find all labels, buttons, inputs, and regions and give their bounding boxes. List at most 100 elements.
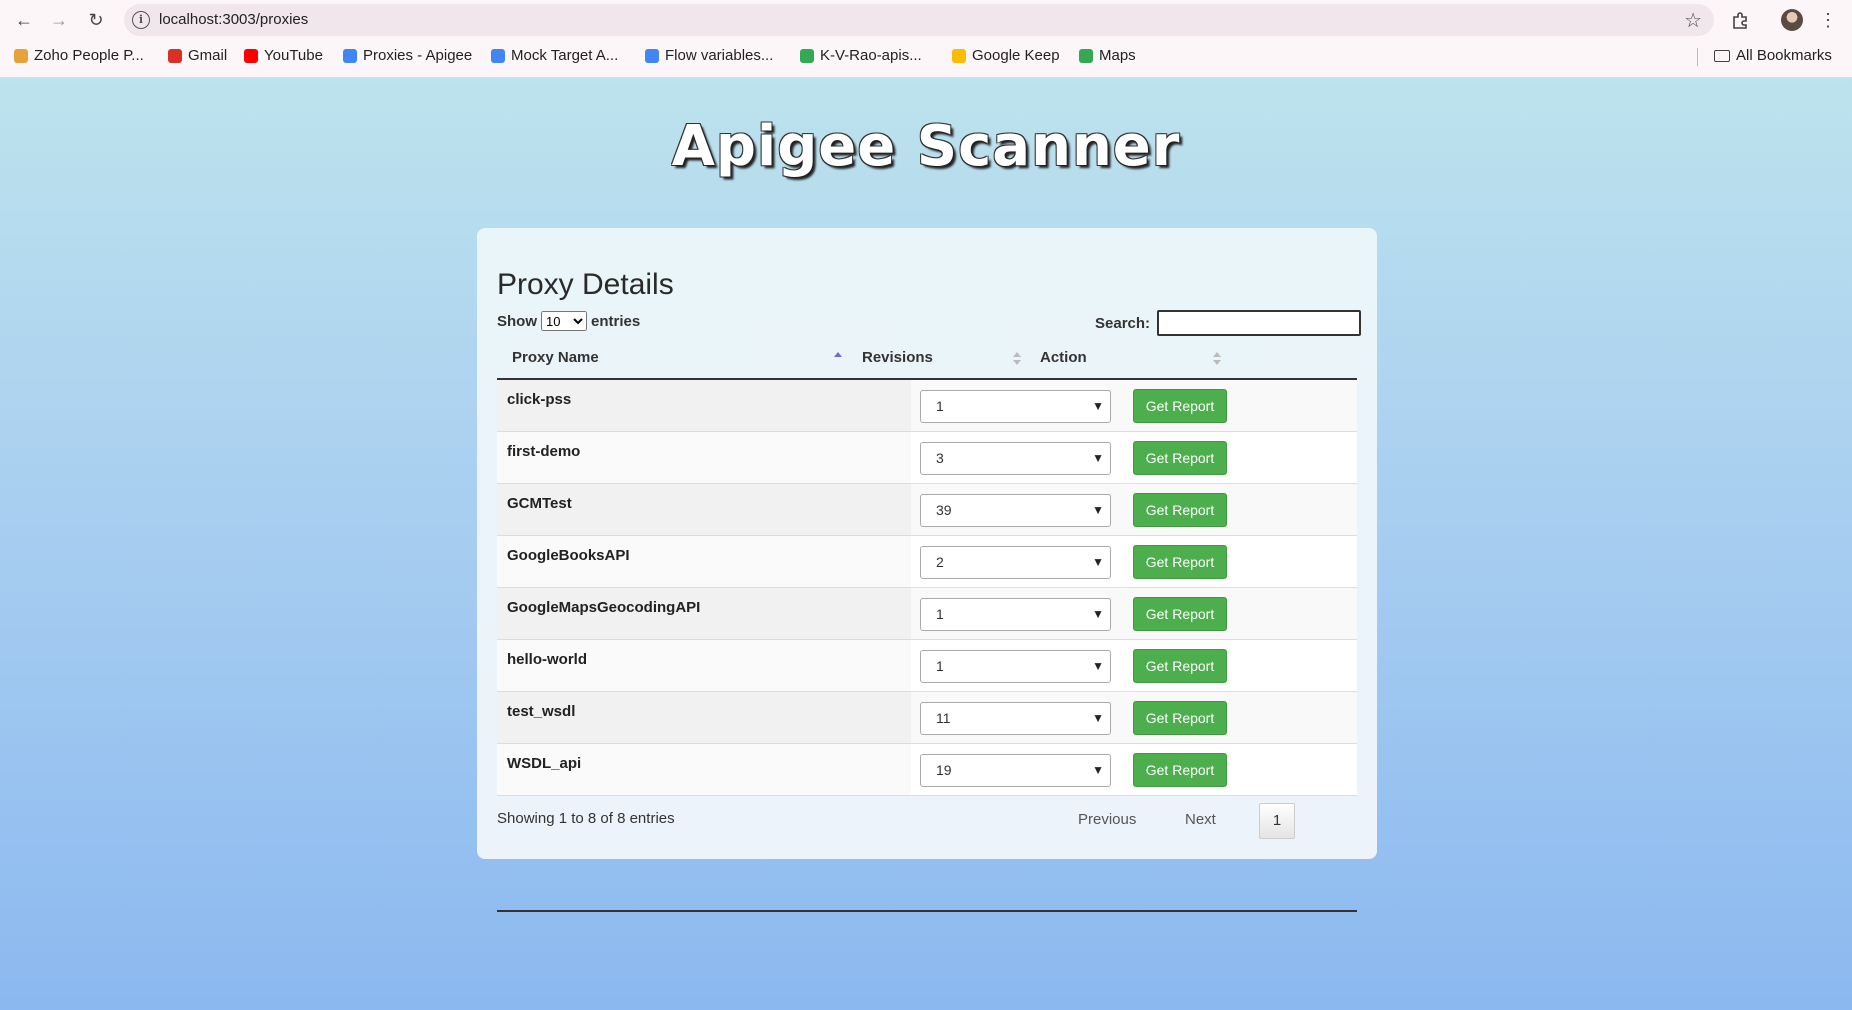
chevron-down-icon: ▼	[1092, 503, 1104, 517]
get-report-button[interactable]: Get Report	[1133, 649, 1227, 683]
get-report-button[interactable]: Get Report	[1133, 701, 1227, 735]
get-report-button[interactable]: Get Report	[1133, 545, 1227, 579]
bookmark-item[interactable]: Proxies - Apigee	[343, 47, 472, 64]
entries-select[interactable]: 10	[541, 311, 587, 331]
bookmarks-bar: All Bookmarks Zoho People P... Gmail YouTu…	[0, 44, 1852, 70]
bookmark-label: YouTube	[264, 47, 323, 64]
table-row: GoogleMapsGeocodingAPI 1 ▼ Get Report	[497, 588, 1357, 640]
page-title: Apigee Scanner	[671, 114, 1181, 179]
menu-kebab-icon[interactable]: ⋮	[1814, 6, 1842, 34]
revision-select[interactable]: 1 ▼	[920, 598, 1111, 631]
sort-ascending-icon[interactable]	[834, 352, 842, 366]
bookmark-label: Proxies - Apigee	[363, 47, 473, 64]
bookmark-item[interactable]: Mock Target A...	[491, 47, 618, 64]
revision-value: 1	[936, 658, 944, 674]
bookmark-item[interactable]: Maps	[1079, 47, 1136, 64]
bookmark-item[interactable]: K-V-Rao-apis...	[800, 47, 922, 64]
show-label: Show	[497, 312, 537, 330]
revision-value: 11	[936, 710, 951, 726]
chevron-down-icon: ▼	[1092, 451, 1104, 465]
sort-icon[interactable]	[1213, 352, 1221, 366]
get-report-button[interactable]: Get Report	[1133, 389, 1227, 423]
revision-select[interactable]: 1 ▼	[920, 650, 1111, 683]
site-info-icon[interactable]: i	[132, 11, 150, 29]
url-text[interactable]: localhost:3003/proxies	[159, 11, 308, 28]
browser-toolbar: ← → ↻ i localhost:3003/proxies ☆ ⋮	[0, 0, 1852, 40]
table-row: GoogleBooksAPI 2 ▼ Get Report	[497, 536, 1357, 588]
table-bottom-border	[497, 910, 1357, 912]
revision-value: 39	[936, 502, 952, 518]
sort-icon[interactable]	[1013, 352, 1021, 366]
address-bar[interactable]: i localhost:3003/proxies ☆	[124, 4, 1714, 36]
table-row: click-pss 1 ▼ Get Report	[497, 380, 1357, 432]
column-header-revisions[interactable]: Revisions	[862, 338, 1012, 378]
zoho-icon	[14, 48, 28, 63]
bookmark-item[interactable]: Gmail	[168, 47, 227, 64]
gmail-icon	[168, 48, 182, 63]
table-row: WSDL_api 19 ▼ Get Report	[497, 744, 1357, 796]
revision-value: 3	[936, 450, 944, 466]
bookmark-label: Google Keep	[972, 47, 1060, 64]
proxy-name-cell: WSDL_api	[497, 744, 911, 795]
bookmark-label: K-V-Rao-apis...	[820, 47, 922, 64]
search-control: Search:	[1095, 310, 1362, 336]
next-button[interactable]: Next	[1185, 802, 1216, 838]
revision-select[interactable]: 39 ▼	[920, 494, 1111, 527]
chevron-down-icon: ▼	[1092, 763, 1104, 777]
proxy-name-cell: hello-world	[497, 640, 911, 691]
revision-select[interactable]: 11 ▼	[920, 702, 1111, 735]
revision-value: 19	[936, 762, 952, 778]
revision-select[interactable]: 3 ▼	[920, 442, 1111, 475]
get-report-button[interactable]: Get Report	[1133, 493, 1227, 527]
bookmark-label: Maps	[1099, 47, 1136, 64]
revision-value: 1	[936, 606, 944, 622]
column-header-proxy-name[interactable]: Proxy Name	[512, 338, 842, 378]
maps-icon	[1079, 48, 1093, 63]
bookmark-label: Gmail	[188, 47, 228, 64]
column-header-action[interactable]: Action	[1040, 338, 1190, 378]
extensions-icon[interactable]	[1726, 6, 1754, 34]
get-report-button[interactable]: Get Report	[1133, 597, 1227, 631]
table-info: Showing 1 to 8 of 8 entries	[497, 810, 675, 827]
bookmark-label: Flow variables...	[665, 47, 774, 64]
revision-select[interactable]: 1 ▼	[920, 390, 1111, 423]
get-report-button[interactable]: Get Report	[1133, 753, 1227, 787]
all-bookmarks[interactable]: All Bookmarks	[1714, 47, 1832, 64]
reload-icon[interactable]: ↻	[82, 6, 110, 34]
table-row: GCMTest 39 ▼ Get Report	[497, 484, 1357, 536]
proxy-table: Proxy Name Revisions Action click-pss 1 ▼ G…	[497, 338, 1357, 912]
bookmark-item[interactable]: YouTube	[244, 47, 323, 64]
chevron-down-icon: ▼	[1092, 399, 1104, 413]
bookmark-label: Zoho People P...	[34, 47, 144, 64]
bookmark-item[interactable]: Google Keep	[952, 47, 1060, 64]
search-label: Search:	[1095, 314, 1151, 332]
profile-avatar[interactable]	[1781, 9, 1803, 31]
entries-label: entries	[591, 312, 641, 330]
table-body: click-pss 1 ▼ Get Report first-demo 3 ▼ Get Rep…	[497, 380, 1357, 796]
back-icon[interactable]: ←	[10, 6, 38, 34]
chevron-down-icon: ▼	[1092, 711, 1104, 725]
table-row: hello-world 1 ▼ Get Report	[497, 640, 1357, 692]
forward-icon[interactable]: →	[45, 6, 73, 34]
entries-length-control: Show 10 entries	[497, 311, 640, 331]
previous-button[interactable]: Previous	[1078, 802, 1136, 838]
bookmark-item[interactable]: Zoho People P...	[14, 47, 144, 64]
revision-select[interactable]: 19 ▼	[920, 754, 1111, 787]
page-number-button[interactable]: 1	[1259, 803, 1295, 839]
revision-value: 1	[936, 398, 944, 414]
proxy-name-cell: click-pss	[497, 380, 911, 431]
all-bookmarks-label: All Bookmarks	[1736, 47, 1832, 64]
get-report-button[interactable]: Get Report	[1133, 441, 1227, 475]
apigee-icon	[343, 48, 357, 63]
search-input[interactable]	[1157, 310, 1362, 336]
bookmark-label: Mock Target A...	[511, 47, 619, 64]
proxy-name-cell: GCMTest	[497, 484, 911, 535]
page-icon	[800, 48, 814, 63]
bookmark-star-icon[interactable]: ☆	[1684, 8, 1702, 33]
bookmark-item[interactable]: Flow variables...	[645, 47, 773, 64]
proxy-details-card: Proxy Details Show 10 entries Search: Pr…	[477, 228, 1377, 912]
table-row: first-demo 3 ▼ Get Report	[497, 432, 1357, 484]
proxy-name-cell: GoogleBooksAPI	[497, 536, 911, 587]
revision-select[interactable]: 2 ▼	[920, 546, 1111, 579]
card-title: Proxy Details	[497, 268, 674, 301]
